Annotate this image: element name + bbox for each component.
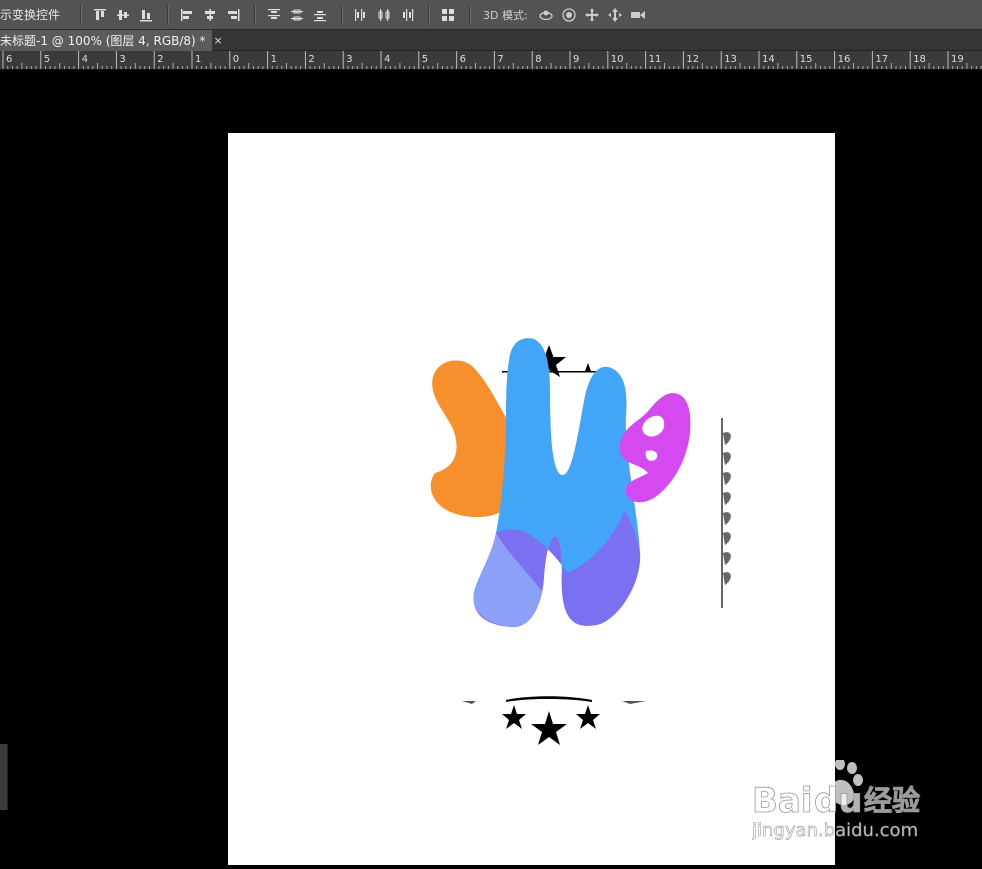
baidu-url-text: jingyan.baidu.com: [752, 820, 918, 841]
logo-artwork: [430, 338, 731, 745]
ruler-label: 14: [762, 54, 775, 65]
canvas-area[interactable]: [0, 70, 982, 865]
document-tab[interactable]: 未标题-1 @ 100% (图层 4, RGB/8) * ×: [0, 30, 223, 51]
ruler-label: 9: [573, 54, 579, 65]
separator: [80, 4, 83, 25]
ruler-label: 7: [497, 54, 503, 65]
options-bar: 示变换控件 3D 模式:: [0, 0, 982, 30]
distribute-top-icon[interactable]: [264, 5, 284, 25]
ruler-label: 13: [724, 54, 737, 65]
distribute-vcenter-icon[interactable]: [287, 5, 307, 25]
laurel-decoration: [721, 418, 731, 608]
ruler-label: 16: [838, 54, 851, 65]
3d-mode-label: 3D 模式:: [483, 8, 528, 22]
ruler-label: 3: [119, 54, 125, 65]
separator: [469, 4, 472, 25]
show-transform-controls-label[interactable]: 示变换控件: [0, 6, 60, 23]
align-hcenter-icon[interactable]: [200, 5, 220, 25]
baidu-brand-text: Bai: [752, 781, 813, 821]
horizontal-ruler[interactable]: 6 5 4 3 2 1 0 1 2 3 4 5 6 7 8 9 10 11 12 13 14 15 16 17 18 19: [0, 51, 982, 70]
3d-scale-icon[interactable]: [628, 5, 648, 25]
document-canvas[interactable]: [228, 133, 835, 865]
ruler-label: 3: [346, 54, 352, 65]
ruler-label: 2: [157, 54, 163, 65]
magenta-shape: [619, 393, 691, 503]
ruler-label: 5: [44, 54, 50, 65]
3d-rotate-icon[interactable]: [536, 5, 556, 25]
ruler-label: 1: [271, 54, 277, 65]
ruler-label: 8: [535, 54, 541, 65]
close-icon[interactable]: ×: [214, 34, 223, 47]
separator: [428, 4, 431, 25]
document-tab-bar: 未标题-1 @ 100% (图层 4, RGB/8) * ×: [0, 30, 982, 51]
separator: [167, 4, 170, 25]
separator: [341, 4, 344, 25]
ruler-label: 11: [649, 54, 662, 65]
align-vcenter-icon[interactable]: [113, 5, 133, 25]
ruler-label: 2: [308, 54, 314, 65]
align-left-icon[interactable]: [177, 5, 197, 25]
distribute-right-icon[interactable]: [397, 5, 417, 25]
distribute-bottom-icon[interactable]: [310, 5, 330, 25]
ruler-ticks: 6 5 4 3 2 1 0 1 2 3 4 5 6 7 8 9 10 11 12 13 14 15 16 17 18 19: [2, 51, 982, 69]
ruler-label: 17: [875, 54, 888, 65]
ruler-label: 12: [686, 54, 699, 65]
ruler-label: 6: [6, 54, 12, 65]
ruler-label: 1: [195, 54, 201, 65]
3d-pan-icon[interactable]: [582, 5, 602, 25]
baidu-watermark: Bai du 经验 jingyan.baidu.com: [751, 758, 952, 850]
ruler-label: 5: [422, 54, 428, 65]
align-top-icon[interactable]: [90, 5, 110, 25]
3d-slide-icon[interactable]: [605, 5, 625, 25]
panel-edge[interactable]: [0, 744, 8, 810]
baidu-jingyan-text: 经验: [864, 784, 920, 817]
ruler-label: 18: [913, 54, 926, 65]
distribute-left-icon[interactable]: [351, 5, 371, 25]
distribute-hcenter-icon[interactable]: [374, 5, 394, 25]
ruler-label: 4: [82, 54, 88, 65]
ruler-label: 6: [460, 54, 466, 65]
ruler-label: 4: [384, 54, 390, 65]
align-right-icon[interactable]: [223, 5, 243, 25]
auto-align-layers-icon[interactable]: [438, 5, 458, 25]
separator: [254, 4, 257, 25]
baidu-brand-text-2: du: [814, 781, 863, 821]
document-tab-title: 未标题-1 @ 100% (图层 4, RGB/8) *: [0, 34, 206, 48]
ruler-label: 0: [233, 54, 239, 65]
ruler-label: 19: [951, 54, 964, 65]
bottom-star-decoration: [462, 696, 646, 745]
ruler-label: 15: [800, 54, 813, 65]
align-bottom-icon[interactable]: [136, 5, 156, 25]
ruler-label: 10: [611, 54, 624, 65]
3d-roll-icon[interactable]: [559, 5, 579, 25]
